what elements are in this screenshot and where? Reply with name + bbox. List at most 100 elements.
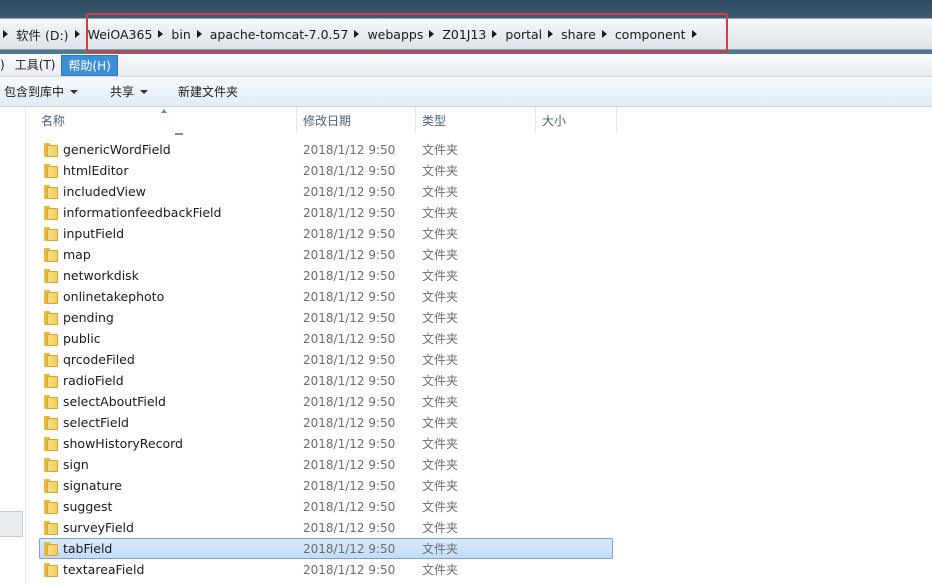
file-date: 2018/1/12 9:50: [303, 395, 396, 409]
list-item[interactable]: showHistoryRecord 2018/1/12 9:50 文件夹: [39, 433, 613, 454]
file-type: 文件夹: [422, 500, 459, 514]
navigation-pane[interactable]: [0, 107, 26, 584]
list-item[interactable]: selectField 2018/1/12 9:50 文件夹: [39, 412, 613, 433]
file-date: 2018/1/12 9:50: [303, 185, 396, 199]
chevron-right-icon[interactable]: [3, 30, 8, 38]
list-item[interactable]: networkdisk 2018/1/12 9:50 文件夹: [39, 265, 613, 286]
breadcrumb-item[interactable]: Z01J13: [442, 27, 486, 42]
list-item[interactable]: selectAboutField 2018/1/12 9:50 文件夹: [39, 391, 613, 412]
list-item[interactable]: public 2018/1/12 9:50 文件夹: [39, 328, 613, 349]
file-date: 2018/1/12 9:50: [303, 563, 396, 577]
file-name: selectAboutField: [63, 394, 166, 409]
chevron-right-icon[interactable]: [74, 30, 80, 38]
folder-icon: [44, 563, 58, 577]
list-item[interactable]: onlinetakephoto 2018/1/12 9:50 文件夹: [39, 286, 613, 307]
breadcrumb-item[interactable]: apache-tomcat-7.0.57: [210, 27, 349, 42]
file-date: 2018/1/12 9:50: [303, 143, 396, 157]
include-in-library-label: 包含到库中: [4, 85, 65, 99]
file-type: 文件夹: [422, 416, 459, 430]
new-folder-label: 新建文件夹: [178, 85, 239, 99]
list-item[interactable]: includedView 2018/1/12 9:50 文件夹: [39, 181, 613, 202]
chevron-right-icon[interactable]: [492, 30, 498, 38]
folder-icon: [44, 332, 58, 346]
chevron-right-icon[interactable]: [196, 30, 202, 38]
list-item[interactable]: tabField 2018/1/12 9:50 文件夹: [39, 538, 613, 559]
breadcrumb-item[interactable]: portal: [505, 27, 542, 42]
command-toolbar: 包含到库中 共享 新建文件夹: [0, 77, 932, 107]
file-type: 文件夹: [422, 521, 459, 535]
list-item[interactable]: genericWordField 2018/1/12 9:50 文件夹: [39, 139, 613, 160]
include-in-library-button[interactable]: 包含到库中: [0, 83, 82, 100]
column-header-date[interactable]: 修改日期: [297, 107, 416, 133]
list-item[interactable]: qrcodeFiled 2018/1/12 9:50 文件夹: [39, 349, 613, 370]
column-header-type-label: 类型: [422, 114, 447, 128]
folder-icon: [44, 248, 58, 262]
folder-icon: [44, 353, 58, 367]
breadcrumb-item[interactable]: bin: [171, 27, 190, 42]
file-name: sign: [63, 457, 89, 472]
breadcrumb-item[interactable]: webapps: [367, 27, 423, 42]
file-date: 2018/1/12 9:50: [303, 311, 396, 325]
file-date: 2018/1/12 9:50: [303, 206, 396, 220]
list-item[interactable]: informationfeedbackField 2018/1/12 9:50 文件…: [39, 202, 613, 223]
list-item[interactable]: suggest 2018/1/12 9:50 文件夹: [39, 496, 613, 517]
partially-visible-row: [175, 133, 183, 135]
file-name: selectField: [63, 415, 129, 430]
breadcrumb-item[interactable]: 软件 (D:): [16, 25, 69, 44]
chevron-right-icon[interactable]: [354, 30, 360, 38]
file-type: 文件夹: [422, 542, 459, 556]
list-item[interactable]: surveyField 2018/1/12 9:50 文件夹: [39, 517, 613, 538]
file-type: 文件夹: [422, 353, 459, 367]
breadcrumb-item[interactable]: WeiOA365: [88, 27, 153, 42]
file-name: signature: [63, 478, 122, 493]
file-type: 文件夹: [422, 164, 459, 178]
file-date: 2018/1/12 9:50: [303, 416, 396, 430]
list-item[interactable]: sign 2018/1/12 9:50 文件夹: [39, 454, 613, 475]
file-type: 文件夹: [422, 311, 459, 325]
menu-item[interactable]: 工具(T): [9, 55, 62, 76]
list-item[interactable]: radioField 2018/1/12 9:50 文件夹: [39, 370, 613, 391]
chevron-right-icon[interactable]: [158, 30, 164, 38]
folder-icon: [44, 185, 58, 199]
list-item[interactable]: textareaField 2018/1/12 9:50 文件夹: [39, 559, 613, 580]
folder-icon: [44, 374, 58, 388]
file-type: 文件夹: [422, 458, 459, 472]
column-header-date-label: 修改日期: [303, 114, 352, 128]
file-name: tabField: [63, 541, 113, 556]
list-item[interactable]: inputField 2018/1/12 9:50 文件夹: [39, 223, 613, 244]
folder-icon: [44, 311, 58, 325]
breadcrumb-item[interactable]: component: [615, 27, 686, 42]
file-date: 2018/1/12 9:50: [303, 479, 396, 493]
list-item[interactable]: htmlEditor 2018/1/12 9:50 文件夹: [39, 160, 613, 181]
chevron-right-icon[interactable]: [429, 30, 435, 38]
file-name: informationfeedbackField: [63, 205, 222, 220]
file-name: surveyField: [63, 520, 134, 535]
column-header-size[interactable]: 大小: [536, 107, 617, 133]
file-name: pending: [63, 310, 114, 325]
new-folder-button[interactable]: 新建文件夹: [174, 83, 242, 100]
share-label: 共享: [110, 85, 135, 99]
menu-bar: ) 工具(T) 帮助(H): [0, 54, 932, 77]
breadcrumb[interactable]: 软件 (D:) WeiOA365 bin apache-tomcat-7.0.57 we…: [0, 18, 932, 50]
file-type: 文件夹: [422, 437, 459, 451]
list-item[interactable]: map 2018/1/12 9:50 文件夹: [39, 244, 613, 265]
column-header-type[interactable]: 类型: [416, 107, 536, 133]
breadcrumb-item[interactable]: share: [561, 27, 596, 42]
folder-icon: [44, 542, 58, 556]
chevron-right-icon[interactable]: [601, 30, 607, 38]
file-type: 文件夹: [422, 479, 459, 493]
column-header-name-label: 名称: [41, 114, 66, 128]
folder-icon: [44, 206, 58, 220]
file-type: 文件夹: [422, 332, 459, 346]
share-button[interactable]: 共享: [106, 83, 152, 100]
list-item[interactable]: pending 2018/1/12 9:50 文件夹: [39, 307, 613, 328]
file-date: 2018/1/12 9:50: [303, 353, 396, 367]
list-item[interactable]: signature 2018/1/12 9:50 文件夹: [39, 475, 613, 496]
file-name: textareaField: [63, 562, 145, 577]
chevron-right-icon[interactable]: [548, 30, 554, 38]
nav-pane-scrollbar[interactable]: [0, 511, 23, 537]
menu-item[interactable]: ): [0, 55, 9, 76]
chevron-right-icon[interactable]: [691, 30, 697, 38]
file-name: genericWordField: [63, 142, 171, 157]
menu-item[interactable]: 帮助(H): [61, 54, 118, 76]
